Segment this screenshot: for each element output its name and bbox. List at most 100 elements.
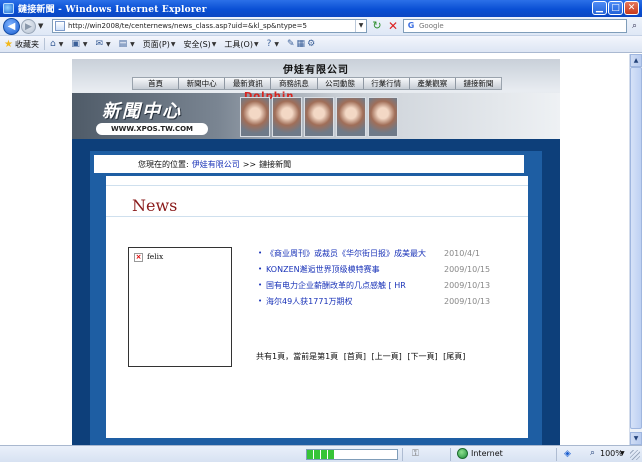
research-icon[interactable]: ✎: [287, 39, 295, 49]
pagination-first[interactable]: [首頁]: [344, 352, 366, 361]
progress-bar: [306, 449, 398, 460]
mail-icon: ✉: [95, 39, 103, 49]
blog-icon[interactable]: ▦: [297, 39, 306, 49]
history-dropdown-icon[interactable]: ▼: [38, 22, 43, 30]
divider: [106, 216, 528, 217]
news-image[interactable]: × felix: [128, 247, 232, 367]
tools-menu[interactable]: 工具(O) ▼: [224, 39, 258, 50]
refresh-icon[interactable]: ↻: [370, 19, 384, 33]
star-icon[interactable]: ★: [4, 39, 13, 50]
ie-app-icon[interactable]: [3, 3, 14, 14]
breadcrumb-link-company[interactable]: 伊娃有限公司: [192, 159, 240, 170]
address-input[interactable]: http://win2008/te/centernews/news_class.…: [68, 22, 355, 30]
magnifier-icon[interactable]: ⌕: [629, 20, 640, 32]
nav-item-industry[interactable]: 產業觀察: [410, 78, 456, 89]
favorites-button[interactable]: 收藏夹: [15, 39, 39, 50]
maximize-button[interactable]: □: [608, 1, 623, 15]
company-name: 伊娃有限公司: [283, 65, 349, 76]
vertical-scrollbar[interactable]: ▲ ▼: [629, 54, 642, 445]
scroll-thumb[interactable]: [630, 67, 642, 429]
nav-item-market[interactable]: 行業行情: [364, 78, 410, 89]
news-date: 2009/10/13: [444, 296, 491, 306]
breadcrumb-prefix: 您現在的位置:: [138, 159, 189, 169]
printer-icon: ▤: [118, 39, 128, 49]
chevron-down-icon: ▼: [253, 40, 259, 48]
safety-menu[interactable]: 安全(S) ▼: [183, 39, 216, 50]
close-button[interactable]: ✕: [624, 1, 639, 15]
feeds-button[interactable]: ▣ ▼: [71, 39, 87, 49]
address-toolbar: ◀ ▶ ▼ http://win2008/te/centernews/news_…: [0, 17, 642, 36]
image-alt-text: felix: [147, 252, 164, 261]
help-icon: ?: [266, 39, 272, 49]
nav-item-company[interactable]: 公司動態: [318, 78, 364, 89]
address-dropdown-icon[interactable]: ▼: [355, 20, 366, 32]
banner-photo: [240, 97, 270, 137]
home-button[interactable]: ⌂ ▼: [50, 39, 63, 49]
nav-item-home[interactable]: 首頁: [133, 78, 180, 89]
globe-icon[interactable]: [457, 448, 468, 459]
security-zone-label[interactable]: Internet: [471, 449, 503, 458]
pagination-last[interactable]: [尾頁]: [443, 352, 465, 361]
chevron-down-icon[interactable]: ▼: [274, 41, 279, 48]
news-link[interactable]: 海尔49人获1771万期权: [266, 296, 436, 307]
scroll-up-icon[interactable]: ▲: [630, 54, 642, 67]
list-item: • 《商业周刊》或裁员《华尔街日报》成美最大 2010/4/1: [258, 245, 498, 261]
page-menu[interactable]: 页面(P) ▼: [143, 39, 176, 50]
forward-arrow-icon[interactable]: ▶: [21, 19, 36, 34]
settings-icon[interactable]: ⚙: [307, 39, 315, 49]
chevron-down-icon[interactable]: ▼: [130, 41, 135, 48]
rss-icon: ▣: [71, 39, 80, 49]
tools-menu-label: 工具(O): [224, 39, 253, 49]
page-viewport: 伊娃有限公司 首頁 新聞中心 最新資訊 商務訊息 公司動態 行業行情 產業觀察 …: [0, 54, 629, 445]
bullet-icon: •: [258, 281, 263, 289]
status-separator: [402, 448, 403, 461]
resize-grip[interactable]: [630, 450, 640, 460]
nav-item-links[interactable]: 鏈接新聞: [456, 78, 501, 89]
print-button[interactable]: ▤ ▼: [119, 39, 135, 49]
chevron-down-icon[interactable]: ▼: [620, 450, 625, 457]
nav-item-business[interactable]: 商務訊息: [271, 78, 318, 89]
back-arrow-icon[interactable]: ◀: [3, 18, 20, 35]
lock-icon: ⚿: [412, 449, 419, 459]
status-bar: ⚿ Internet ◈ ⌕ 100% ▼: [0, 445, 642, 462]
address-field[interactable]: http://win2008/te/centernews/news_class.…: [52, 19, 367, 33]
zoom-icon[interactable]: ⌕: [590, 448, 595, 458]
stop-icon[interactable]: ✕: [386, 19, 400, 33]
scroll-down-icon[interactable]: ▼: [630, 432, 642, 445]
minimize-button[interactable]: ▁: [592, 1, 607, 15]
status-separator: [450, 448, 451, 461]
list-item: • 海尔49人获1771万期权 2009/10/13: [258, 293, 498, 309]
nav-item-news-center[interactable]: 新聞中心: [179, 78, 226, 89]
news-date: 2010/4/1: [444, 248, 480, 258]
chevron-down-icon[interactable]: ▼: [59, 41, 64, 48]
news-date: 2009/10/13: [444, 280, 491, 290]
banner-photo: [272, 97, 302, 137]
search-field[interactable]: G: [403, 19, 627, 33]
window-controls: ▁ □ ✕: [592, 1, 639, 15]
toolbar-separator: [43, 38, 45, 50]
nav-item-latest[interactable]: 最新資訊: [225, 78, 272, 89]
news-link[interactable]: KONZEN邂逅世界顶级模特赛事: [266, 264, 436, 275]
window-title: 鏈接新聞 - Windows Internet Explorer: [18, 5, 207, 15]
breadcrumb-current: 鏈接新聞: [259, 159, 292, 169]
broken-image-icon: ×: [134, 253, 143, 262]
content-panel: News × felix • 《商业周刊》或裁员《华尔街日报》成美最大 2010…: [106, 176, 528, 438]
site-header: 伊娃有限公司 首頁 新聞中心 最新資訊 商務訊息 公司動態 行業行情 產業觀察 …: [72, 59, 560, 139]
news-link[interactable]: 国有电力企业薪酬改革的几点感触 [ HR: [266, 280, 436, 291]
site-banner: 新聞中心 WWW.XPOS.TW.COM Dolphin: [72, 91, 560, 139]
news-link[interactable]: 《商业周刊》或裁员《华尔街日报》成美最大: [266, 248, 436, 259]
protected-mode-icon[interactable]: ◈: [564, 449, 571, 459]
pagination-summary: 共有1頁，當前是第1頁: [256, 352, 339, 361]
mail-button[interactable]: ✉ ▼: [95, 39, 110, 49]
pagination-next[interactable]: [下一頁]: [407, 352, 437, 361]
window-title-bar[interactable]: 鏈接新聞 - Windows Internet Explorer ▁ □ ✕: [0, 0, 642, 17]
pagination-prev[interactable]: [上一頁]: [372, 352, 402, 361]
page-menu-label: 页面(P): [142, 39, 170, 49]
chevron-down-icon[interactable]: ▼: [106, 41, 111, 48]
banner-photo: [336, 97, 366, 137]
news-date: 2009/10/15: [444, 264, 491, 274]
help-button[interactable]: ? ▼: [267, 39, 279, 49]
search-input[interactable]: [419, 22, 626, 30]
chevron-down-icon[interactable]: ▼: [83, 41, 88, 48]
bullet-icon: •: [258, 249, 263, 257]
